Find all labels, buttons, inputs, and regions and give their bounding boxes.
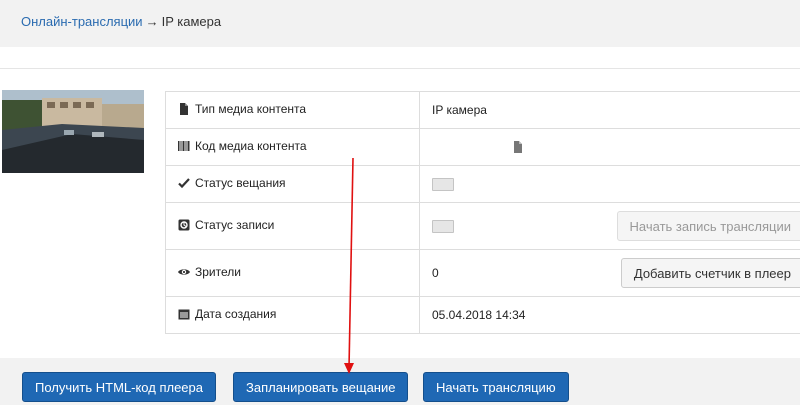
calendar-icon	[178, 308, 190, 320]
start-recording-button[interactable]: Начать запись трансляции	[616, 211, 800, 241]
row-label-viewers: Зрители	[195, 265, 241, 279]
breadcrumb-separator: →	[145, 14, 159, 29]
row-value-type: IP камера	[432, 103, 487, 117]
row-label-created: Дата создания	[195, 307, 277, 321]
record-icon	[178, 219, 190, 231]
breadcrumb: Онлайн-трансляции → IP камера	[21, 14, 221, 29]
table-row: Статус записи Начать запись трансляции	[165, 202, 800, 250]
media-info-table: Тип медиа контента IP камера Код медиа к…	[165, 91, 800, 334]
camera-preview-thumbnail[interactable]	[2, 90, 144, 173]
check-icon	[178, 177, 190, 189]
divider	[0, 68, 800, 69]
table-row: Зрители 0 Добавить счетчик в плеер	[165, 249, 800, 297]
table-row: Код медиа контента	[165, 128, 800, 166]
row-label-code: Код медиа контента	[195, 139, 307, 153]
row-label-broadcast-status: Статус вещания	[195, 176, 286, 190]
eye-icon	[178, 266, 190, 278]
start-broadcast-button[interactable]: Начать трансляцию	[423, 372, 569, 402]
schedule-broadcast-button[interactable]: Запланировать вещание	[233, 372, 409, 402]
add-viewer-counter-button[interactable]: Добавить счетчик в плеер	[620, 258, 800, 288]
breadcrumb-link-broadcasts[interactable]: Онлайн-трансляции	[21, 14, 143, 29]
row-label-record-status: Статус записи	[195, 218, 275, 232]
record-status-toggle[interactable]	[432, 220, 454, 234]
get-html-code-button[interactable]: Получить HTML-код плеера	[22, 372, 216, 402]
breadcrumb-current: IP камера	[161, 14, 222, 29]
broadcast-status-toggle[interactable]	[432, 178, 454, 192]
row-label-type: Тип медиа контента	[195, 102, 307, 116]
row-value-viewers: 0	[432, 266, 439, 280]
copy-file-icon[interactable]	[512, 141, 524, 153]
file-icon	[178, 103, 190, 115]
table-row: Дата создания 05.04.2018 14:34	[165, 296, 800, 334]
table-row: Тип медиа контента IP камера	[165, 91, 800, 129]
barcode-icon	[178, 140, 190, 152]
header-bar: Онлайн-трансляции → IP камера	[0, 0, 800, 47]
row-value-created: 05.04.2018 14:34	[432, 308, 526, 322]
table-row: Статус вещания	[165, 165, 800, 203]
